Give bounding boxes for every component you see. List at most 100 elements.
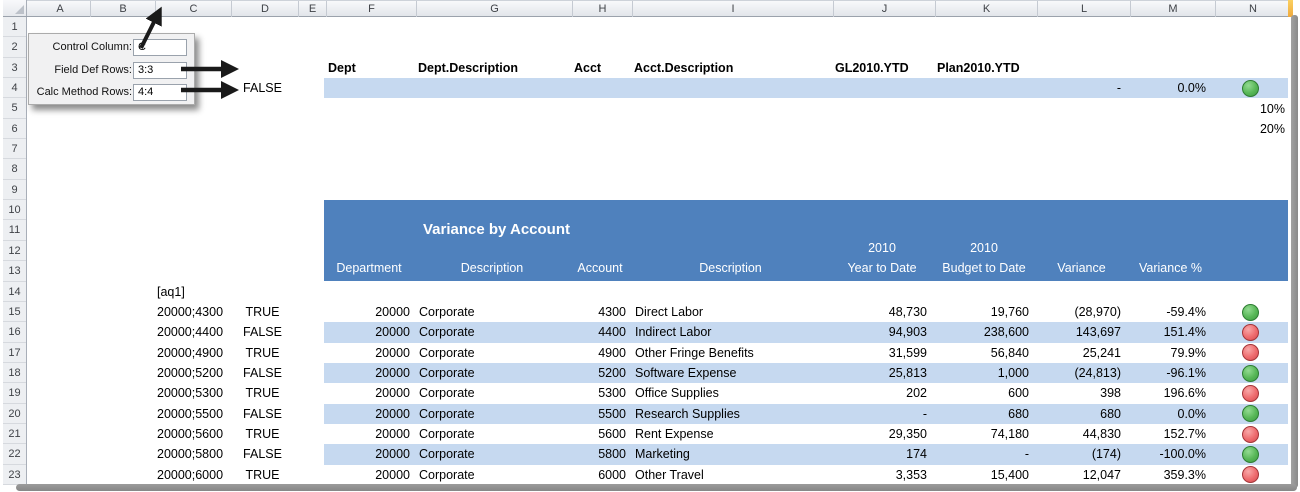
cell-account[interactable]: 5200: [570, 363, 626, 383]
cell-calc-flag[interactable]: TRUE: [229, 302, 296, 322]
cell-variance-pct[interactable]: 196.6%: [1128, 383, 1206, 403]
cell-control-key[interactable]: 20000;6000: [157, 465, 227, 485]
cell-aq-marker[interactable]: [aq1]: [157, 282, 227, 302]
cell-budget-to-date[interactable]: 600: [933, 383, 1029, 403]
cell-account[interactable]: 5600: [570, 424, 626, 444]
cell-field-acct[interactable]: Acct: [574, 58, 630, 78]
cell-account-desc[interactable]: Research Supplies: [635, 404, 830, 424]
cell-account-desc[interactable]: Office Supplies: [635, 383, 830, 403]
cell-calc-flag[interactable]: FALSE: [229, 404, 296, 424]
cell-status[interactable]: [1213, 444, 1288, 464]
cell-department[interactable]: 20000: [324, 383, 410, 403]
cell-control-key[interactable]: 20000;5500: [157, 404, 227, 424]
cell-department[interactable]: 20000: [324, 322, 410, 342]
cell-budget-to-date[interactable]: 238,600: [933, 322, 1029, 342]
cell-calc-flag[interactable]: TRUE: [229, 383, 296, 403]
cell-status[interactable]: [1213, 465, 1288, 485]
cell-control-key[interactable]: 20000;5800: [157, 444, 227, 464]
cell-calc-flag[interactable]: FALSE: [229, 363, 296, 383]
cell-department[interactable]: 20000: [324, 444, 410, 464]
cell-budget-to-date[interactable]: 74,180: [933, 424, 1029, 444]
cell-year-to-date[interactable]: 31,599: [831, 343, 927, 363]
cell-control-key[interactable]: 20000;5200: [157, 363, 227, 383]
cell-department[interactable]: 20000: [324, 343, 410, 363]
cell-year-to-date[interactable]: 174: [831, 444, 927, 464]
cell-variance[interactable]: 12,047: [1035, 465, 1121, 485]
cell-status[interactable]: [1213, 404, 1288, 424]
cell-budget-to-date[interactable]: 1,000: [933, 363, 1029, 383]
cell-variance[interactable]: (174): [1035, 444, 1121, 464]
cell-variance[interactable]: 398: [1035, 383, 1121, 403]
cell-account[interactable]: 4400: [570, 322, 626, 342]
cell-account[interactable]: 5300: [570, 383, 626, 403]
cell-calc-flag[interactable]: TRUE: [229, 465, 296, 485]
cell-calc-flag[interactable]: TRUE: [229, 343, 296, 363]
cell-budget-to-date[interactable]: 15,400: [933, 465, 1029, 485]
cell-control-key[interactable]: 20000;5300: [157, 383, 227, 403]
cell-year-to-date[interactable]: 94,903: [831, 322, 927, 342]
cell-department[interactable]: 20000: [324, 424, 410, 444]
cell-field-gl[interactable]: GL2010.YTD: [835, 58, 933, 78]
cell-calc-variance-pct[interactable]: 0.0%: [1128, 78, 1206, 98]
cell-control-key[interactable]: 20000;4400: [157, 322, 227, 342]
cell-variance-pct[interactable]: 151.4%: [1128, 322, 1206, 342]
cell-account[interactable]: 4900: [570, 343, 626, 363]
cell-department-desc[interactable]: Corporate: [419, 444, 569, 464]
cell-year-to-date[interactable]: 48,730: [831, 302, 927, 322]
cell-account-desc[interactable]: Indirect Labor: [635, 322, 830, 342]
cell-variance-pct[interactable]: -100.0%: [1128, 444, 1206, 464]
cell-variance-pct[interactable]: 0.0%: [1128, 404, 1206, 424]
cell-variance[interactable]: 680: [1035, 404, 1121, 424]
cell-account-desc[interactable]: Software Expense: [635, 363, 830, 383]
cell-account-desc[interactable]: Marketing: [635, 444, 830, 464]
cell-department-desc[interactable]: Corporate: [419, 302, 569, 322]
cell-year-to-date[interactable]: 25,813: [831, 363, 927, 383]
cell-department-desc[interactable]: Corporate: [419, 424, 569, 444]
cell-department-desc[interactable]: Corporate: [419, 363, 569, 383]
cell-status[interactable]: [1213, 424, 1288, 444]
cell-variance[interactable]: (24,813): [1035, 363, 1121, 383]
cell-field-dept-desc[interactable]: Dept.Description: [418, 58, 570, 78]
cell-department-desc[interactable]: Corporate: [419, 343, 569, 363]
cell-control-key[interactable]: 20000;4300: [157, 302, 227, 322]
cell-account-desc[interactable]: Other Travel: [635, 465, 830, 485]
cell-account-desc[interactable]: Direct Labor: [635, 302, 830, 322]
cell-year-to-date[interactable]: 202: [831, 383, 927, 403]
cell-threshold-20[interactable]: 20%: [1213, 119, 1285, 139]
cell-calc-variance[interactable]: -: [1035, 78, 1121, 98]
cell-calc-flag[interactable]: FALSE: [229, 78, 296, 98]
cell-status[interactable]: [1213, 302, 1288, 322]
cell-department[interactable]: 20000: [324, 465, 410, 485]
cell-calc-flag[interactable]: TRUE: [229, 424, 296, 444]
cell-threshold-10[interactable]: 10%: [1213, 98, 1285, 118]
cell-variance-pct[interactable]: 359.3%: [1128, 465, 1206, 485]
cell-account-desc[interactable]: Other Fringe Benefits: [635, 343, 830, 363]
cell-account[interactable]: 6000: [570, 465, 626, 485]
cell-field-dept[interactable]: Dept: [328, 58, 414, 78]
cell-department[interactable]: 20000: [324, 363, 410, 383]
cell-status[interactable]: [1213, 322, 1288, 342]
cell-variance-pct[interactable]: -59.4%: [1128, 302, 1206, 322]
cell-account[interactable]: 5500: [570, 404, 626, 424]
cell-budget-to-date[interactable]: 56,840: [933, 343, 1029, 363]
cell-budget-to-date[interactable]: 19,760: [933, 302, 1029, 322]
cell-variance-pct[interactable]: 79.9%: [1128, 343, 1206, 363]
cell-department[interactable]: 20000: [324, 404, 410, 424]
cell-year-to-date[interactable]: -: [831, 404, 927, 424]
cell-budget-to-date[interactable]: -: [933, 444, 1029, 464]
cell-department[interactable]: 20000: [324, 302, 410, 322]
cell-calc-status[interactable]: [1213, 78, 1288, 98]
cell-control-key[interactable]: 20000;5600: [157, 424, 227, 444]
cell-status[interactable]: [1213, 383, 1288, 403]
cell-department-desc[interactable]: Corporate: [419, 322, 569, 342]
cell-field-plan[interactable]: Plan2010.YTD: [937, 58, 1035, 78]
cell-variance[interactable]: 143,697: [1035, 322, 1121, 342]
cell-calc-flag[interactable]: FALSE: [229, 444, 296, 464]
cell-account[interactable]: 5800: [570, 444, 626, 464]
cell-control-key[interactable]: 20000;4900: [157, 343, 227, 363]
cell-variance[interactable]: 25,241: [1035, 343, 1121, 363]
cell-status[interactable]: [1213, 363, 1288, 383]
cell-calc-flag[interactable]: FALSE: [229, 322, 296, 342]
cell-variance-pct[interactable]: 152.7%: [1128, 424, 1206, 444]
cell-field-acct-desc[interactable]: Acct.Description: [634, 58, 830, 78]
